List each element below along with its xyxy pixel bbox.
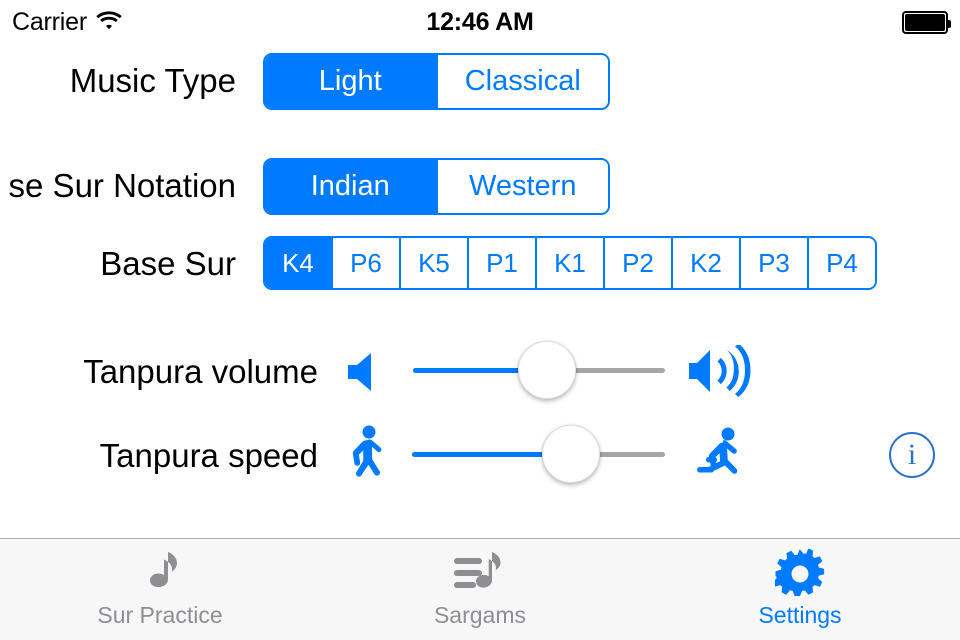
base-sur-label: Base Sur — [100, 245, 236, 282]
running-person-icon — [694, 427, 744, 490]
base-sur-segmented-control[interactable]: K4 P6 K5 P1 K1 P2 K2 P3 P4 — [263, 236, 877, 290]
gear-icon — [775, 548, 825, 600]
music-type-segmented-control[interactable]: Light Classical — [263, 53, 610, 110]
speaker-high-icon — [688, 343, 754, 402]
app-screen: Carrier 12:46 AM Music Type Light Classi… — [0, 0, 960, 640]
segment-base-sur-7[interactable]: P3 — [739, 238, 807, 288]
segment-base-sur-5[interactable]: P2 — [603, 238, 671, 288]
tab-sur-practice[interactable]: Sur Practice — [0, 539, 320, 640]
segment-base-sur-3[interactable]: P1 — [467, 238, 535, 288]
speed-slider-thumb[interactable] — [542, 425, 601, 483]
tab-label-sargams: Sargams — [433, 602, 527, 628]
battery-fill — [905, 13, 945, 31]
segment-notation-indian[interactable]: Indian — [265, 160, 436, 213]
info-circle-icon[interactable]: i — [889, 432, 935, 478]
tanpura-speed-label: Tanpura speed — [99, 437, 318, 474]
status-bar-clock: 12:46 AM — [0, 0, 960, 44]
info-glyph: i — [907, 438, 917, 471]
battery-full-icon — [902, 10, 951, 34]
segment-base-sur-6[interactable]: K2 — [671, 238, 739, 288]
speed-slider-track[interactable] — [412, 452, 665, 457]
tab-sargams[interactable]: Sargams — [320, 539, 640, 640]
music-type-label: Music Type — [69, 62, 236, 99]
status-bar-right — [902, 0, 951, 44]
volume-slider-thumb[interactable] — [517, 341, 576, 399]
tab-bar: Sur Practice Sargams Settings — [0, 538, 960, 640]
tab-label-settings: Settings — [758, 602, 842, 628]
base-sur-notation-segmented-control[interactable]: Indian Western — [263, 158, 610, 215]
segment-notation-western[interactable]: Western — [435, 160, 608, 213]
music-list-icon — [452, 548, 508, 600]
segment-base-sur-1[interactable]: P6 — [331, 238, 399, 288]
tab-label-sur-practice: Sur Practice — [97, 602, 223, 628]
music-note-icon — [138, 548, 182, 600]
tanpura-volume-label: Tanpura volume — [83, 353, 318, 390]
speaker-low-icon — [346, 351, 386, 398]
segment-music-type-classical[interactable]: Classical — [435, 55, 608, 108]
segment-base-sur-8[interactable]: P4 — [807, 238, 875, 288]
tab-settings[interactable]: Settings — [640, 539, 960, 640]
status-bar: Carrier 12:46 AM — [0, 0, 960, 44]
segment-base-sur-4[interactable]: K1 — [535, 238, 603, 288]
tanpura-speed-slider[interactable] — [412, 425, 665, 485]
segment-music-type-light[interactable]: Light — [265, 55, 436, 108]
tanpura-volume-slider[interactable] — [413, 341, 665, 401]
segment-base-sur-0[interactable]: K4 — [265, 238, 331, 288]
walking-person-icon — [344, 425, 388, 492]
clock-label: 12:46 AM — [426, 7, 534, 36]
base-sur-notation-label: se Sur Notation — [8, 167, 236, 204]
segment-base-sur-2[interactable]: K5 — [399, 238, 467, 288]
